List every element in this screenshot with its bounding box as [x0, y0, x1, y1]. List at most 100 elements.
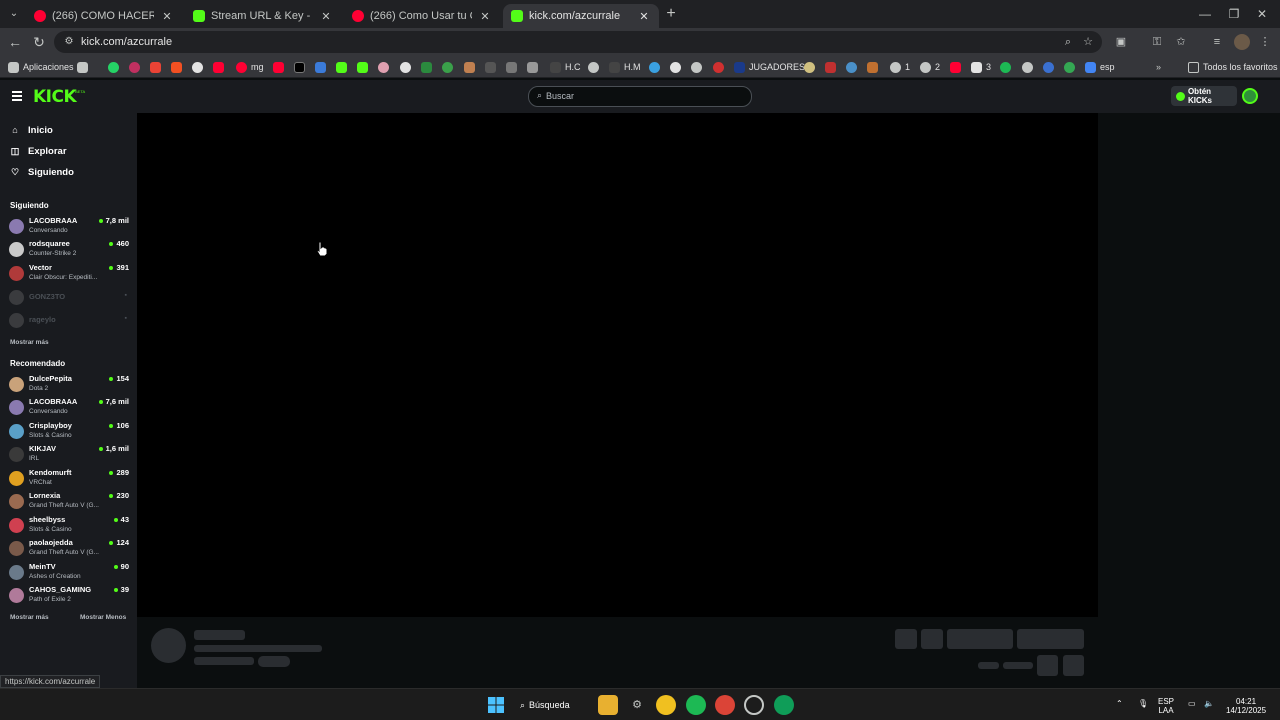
bookmark-apps[interactable]: Aplicaciones: [8, 59, 74, 75]
tab-search-button[interactable]: ⌄: [4, 4, 24, 24]
channel-item[interactable]: Kendomurft VRChat 289: [9, 468, 129, 490]
search-box[interactable]: ⌕: [528, 86, 752, 107]
show-less-recommended-button[interactable]: Mostrar Menos: [80, 614, 126, 621]
close-window-button[interactable]: ✕: [1252, 6, 1272, 22]
extensions-icon[interactable]: ▣: [1112, 33, 1130, 51]
browser-tab[interactable]: Stream URL & Key - Kick Dashb ✕: [185, 4, 341, 28]
bookmark[interactable]: [1043, 59, 1058, 75]
spotify-icon[interactable]: [686, 695, 706, 715]
show-more-recommended-button[interactable]: Mostrar más: [10, 614, 49, 621]
browser-tab-active[interactable]: kick.com/azcurrale ✕: [503, 4, 659, 28]
bookmark[interactable]: [108, 59, 123, 75]
search-input[interactable]: [546, 91, 736, 101]
channel-item[interactable]: Vector Clair Obscur: Expediti... 391: [9, 263, 129, 285]
bookmark-esp[interactable]: esp: [1085, 59, 1115, 75]
bookmark[interactable]: [192, 59, 207, 75]
chrome-icon[interactable]: [774, 695, 794, 715]
bookmark[interactable]: [400, 59, 415, 75]
bookmark[interactable]: [846, 59, 861, 75]
channel-item-offline[interactable]: rageylo ▪: [9, 310, 129, 332]
get-kicks-button[interactable]: Obtén KICKs: [1171, 86, 1237, 106]
bookmark-2[interactable]: 2: [920, 59, 940, 75]
bookmark[interactable]: [77, 59, 92, 75]
more-bookmarks-icon[interactable]: »: [1156, 59, 1161, 75]
bookmark[interactable]: [378, 59, 393, 75]
channel-item[interactable]: KIKJAV IRL 1,6 mil: [9, 444, 129, 466]
profile-avatar[interactable]: [1234, 34, 1250, 50]
bookmark[interactable]: [804, 59, 819, 75]
nav-explore[interactable]: ◫ Explorar: [10, 144, 67, 158]
app-icon[interactable]: [656, 695, 676, 715]
bookmark[interactable]: [950, 59, 965, 75]
channel-item[interactable]: MeinTV Ashes of Creation 90: [9, 562, 129, 584]
bookmark-1[interactable]: 1: [890, 59, 910, 75]
channel-item[interactable]: CAHOS_GAMING Path of Exile 2 39: [9, 585, 129, 607]
channel-item[interactable]: Lornexia Grand Theft Auto V (G... 230: [9, 491, 129, 513]
network-icon[interactable]: ▭: [1188, 699, 1196, 708]
media-control-icon[interactable]: ≡: [1208, 33, 1226, 51]
bookmark[interactable]: [506, 59, 521, 75]
show-hidden-icons-chevron-icon[interactable]: ⌃: [1116, 699, 1123, 708]
bookmark[interactable]: [485, 59, 500, 75]
bookmark[interactable]: [294, 59, 309, 75]
browser-tab[interactable]: (266) Como Usar tu CELULAR c ✕: [344, 4, 500, 28]
chrome-icon[interactable]: [715, 695, 735, 715]
bookmark[interactable]: [273, 59, 288, 75]
bookmark[interactable]: [713, 59, 728, 75]
bookmark[interactable]: [588, 59, 603, 75]
zoom-search-icon[interactable]: ⌕: [1060, 34, 1076, 50]
bookmark-3[interactable]: 3: [971, 59, 991, 75]
bookmark[interactable]: [1022, 59, 1037, 75]
channel-item[interactable]: LACOBRAAA Conversando 7,6 mil: [9, 397, 129, 419]
menu-kebab-icon[interactable]: ⋮: [1256, 33, 1274, 51]
bookmark-jugadores[interactable]: JUGADORES: [734, 59, 805, 75]
clock[interactable]: 04:21 14/12/2025: [1226, 697, 1266, 715]
bookmark-all-favorites[interactable]: Todos los favoritos: [1188, 59, 1278, 75]
extension-star-icon[interactable]: ✩: [1172, 33, 1190, 51]
nav-home[interactable]: ⌂ Inicio: [10, 123, 53, 137]
close-tab-icon[interactable]: ✕: [160, 10, 174, 23]
bookmark[interactable]: [129, 59, 144, 75]
bookmark[interactable]: [442, 59, 457, 75]
bookmark[interactable]: [670, 59, 685, 75]
settings-gear-icon[interactable]: ⚙: [627, 695, 647, 715]
show-more-following-button[interactable]: Mostrar más: [10, 339, 49, 346]
hamburger-menu-icon[interactable]: [12, 91, 22, 101]
user-avatar[interactable]: [1242, 88, 1258, 104]
channel-item[interactable]: rodsquaree Counter-Strike 2 460: [9, 239, 129, 261]
bookmark[interactable]: [336, 59, 351, 75]
kick-logo[interactable]: KICK: [33, 87, 77, 107]
close-tab-icon[interactable]: ✕: [637, 10, 651, 23]
channel-item[interactable]: DulcePepita Dota 2 154: [9, 374, 129, 396]
nav-following[interactable]: ♡ Siguiendo: [10, 165, 74, 179]
site-info-icon[interactable]: ⚙: [62, 35, 76, 49]
bookmark-mg[interactable]: mg: [236, 59, 264, 75]
bookmark[interactable]: [421, 59, 436, 75]
obs-icon[interactable]: [744, 695, 764, 715]
bookmark[interactable]: [315, 59, 330, 75]
bookmark-star-icon[interactable]: ☆: [1080, 34, 1096, 50]
language-indicator[interactable]: ESP LAA: [1158, 697, 1174, 715]
bookmark[interactable]: [691, 59, 706, 75]
channel-item[interactable]: LACOBRAAA Conversando 7,8 mil: [9, 216, 129, 238]
video-player[interactable]: [137, 113, 1098, 617]
address-bar[interactable]: ⚙ kick.com/azcurrale ⌕ ☆: [54, 31, 1102, 53]
channel-item-offline[interactable]: GONZ3TO ▪: [9, 287, 129, 309]
bookmark[interactable]: [171, 59, 186, 75]
back-button[interactable]: ←: [6, 33, 24, 51]
bookmark[interactable]: [1064, 59, 1079, 75]
windows-start-icon[interactable]: [486, 695, 506, 715]
bookmark[interactable]: [527, 59, 542, 75]
channel-item[interactable]: Crisplayboy Slots & Casino 106: [9, 421, 129, 443]
close-tab-icon[interactable]: ✕: [478, 10, 492, 23]
bookmark[interactable]: [150, 59, 165, 75]
bookmark[interactable]: [357, 59, 372, 75]
bookmark[interactable]: [1000, 59, 1015, 75]
bookmark[interactable]: [213, 59, 228, 75]
channel-item[interactable]: paolaojedda Grand Theft Auto V (G... 124: [9, 538, 129, 560]
microphone-icon[interactable]: 🎙: [1138, 699, 1148, 708]
new-tab-button[interactable]: +: [662, 6, 680, 24]
bookmark[interactable]: [867, 59, 882, 75]
minimize-button[interactable]: —: [1195, 6, 1215, 22]
browser-tab[interactable]: (266) COMO HACER DIRECTOS ✕: [26, 4, 182, 28]
